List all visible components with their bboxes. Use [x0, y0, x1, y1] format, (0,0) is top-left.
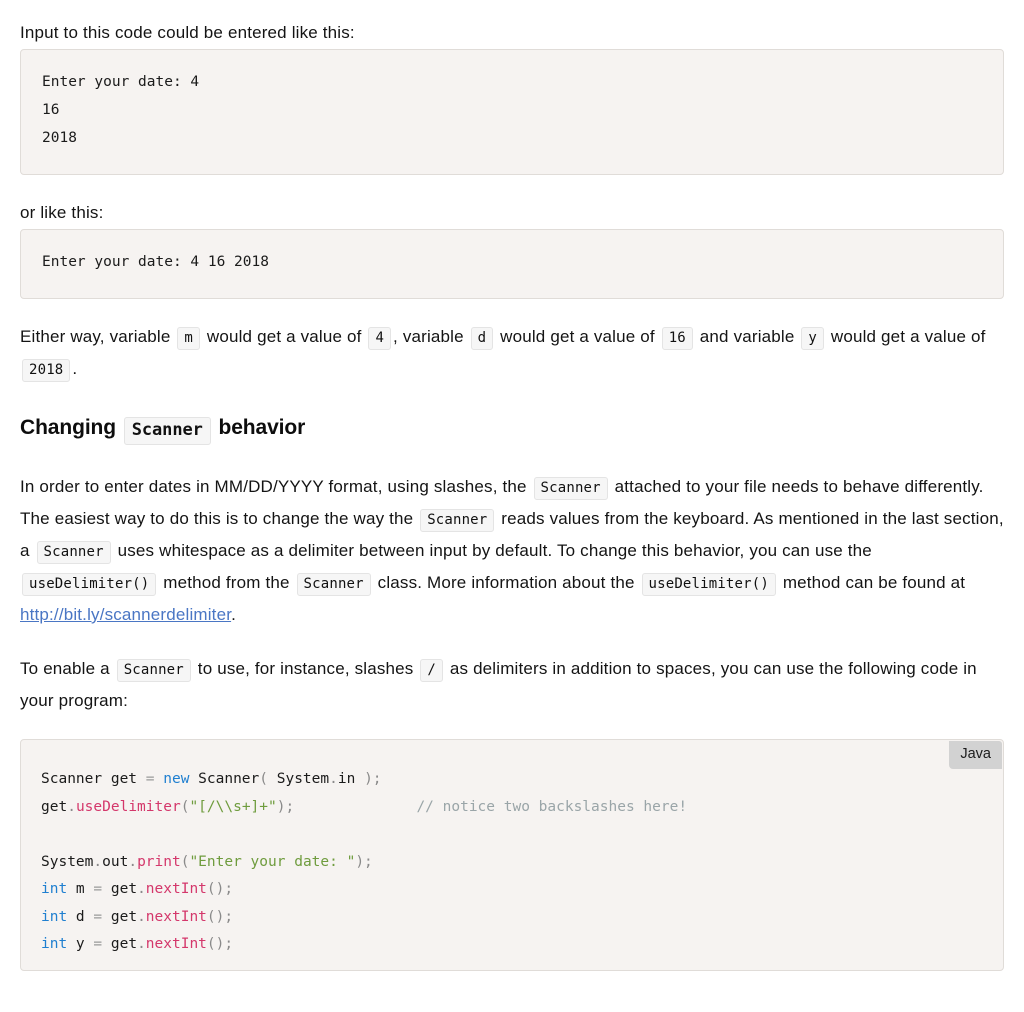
either-way-text-3: , variable	[393, 327, 464, 346]
token-paren-close: );	[355, 853, 373, 870]
inline-code-scanner-4: Scanner	[296, 573, 371, 596]
token-dot: .	[93, 853, 103, 870]
token-equals: =	[145, 771, 155, 787]
either-way-paragraph: Either way, variable m would get a value…	[20, 321, 1004, 385]
token-keyword-int: int	[41, 881, 68, 897]
inline-code-y: y	[801, 327, 824, 350]
token-in: in	[337, 771, 365, 787]
token-obj-get: get	[102, 881, 138, 897]
token-type: Scanner	[41, 771, 103, 787]
either-way-text-1: Either way, variable	[20, 327, 171, 346]
enable-scanner-paragraph: To enable a Scanner to use, for instance…	[20, 653, 1004, 717]
token-keyword-new: new	[154, 771, 199, 787]
token-method-print: print	[137, 853, 181, 870]
console-output-block-2: Enter your date: 4 16 2018	[20, 229, 1004, 299]
token-keyword-int: int	[41, 908, 68, 925]
token-keyword-int: int	[41, 936, 68, 952]
token-var-d: d	[67, 908, 94, 925]
heading-text-after: behavior	[218, 416, 306, 439]
token-paren-close: ();	[206, 881, 234, 897]
document-page: Input to this code could be entered like…	[0, 0, 1024, 971]
token-system: System	[276, 771, 330, 787]
token-obj-get: get	[102, 908, 138, 925]
token-dot: .	[128, 853, 138, 870]
intro-paragraph-1: Input to this code could be entered like…	[20, 23, 355, 42]
token-ctor: Scanner	[198, 771, 260, 787]
console-output-text-1: Enter your date: 4 16 2018	[42, 74, 200, 146]
inline-code-usedelimiter-2: useDelimiter()	[641, 573, 776, 596]
token-method-nextint: nextInt	[145, 881, 207, 897]
token-paren-close: ();	[206, 908, 234, 925]
token-equals: =	[93, 908, 103, 925]
token-var-y: y	[67, 936, 94, 952]
token-method-usedelimiter: useDelimiter	[75, 798, 181, 815]
token-paren-open: (	[259, 771, 277, 787]
enable-text-2: to use, for instance, slashes	[197, 659, 414, 678]
token-method-nextint: nextInt	[145, 936, 207, 952]
inline-code-16: 16	[661, 327, 693, 350]
token-obj-get: get	[102, 936, 138, 952]
inline-code-scanner-2: Scanner	[420, 509, 495, 532]
token-string-prompt: "Enter your date: "	[189, 853, 356, 870]
inline-code-scanner-5: Scanner	[116, 659, 191, 682]
token-method-nextint: nextInt	[145, 908, 207, 925]
inline-code-2018: 2018	[22, 359, 71, 382]
either-way-text-7: .	[72, 359, 78, 378]
token-dot: .	[67, 798, 76, 815]
console-output-text-2: Enter your date: 4 16 2018	[42, 254, 269, 270]
token-paren-close: ();	[206, 936, 234, 952]
token-paren-close: );	[364, 771, 382, 787]
scanner-text-1: In order to enter dates in MM/DD/YYYY fo…	[20, 477, 527, 496]
heading-text-before: Changing	[20, 416, 117, 439]
token-var-m: m	[67, 881, 94, 897]
intro-paragraph-2: or like this:	[20, 203, 104, 222]
token-equals: =	[93, 936, 103, 952]
inline-code-scanner-1: Scanner	[533, 477, 608, 500]
token-out: out	[102, 853, 129, 870]
either-way-text-4: would get a value of	[500, 327, 655, 346]
token-dot: .	[137, 881, 146, 897]
inline-code-m: m	[177, 327, 200, 350]
scanner-text-4: uses whitespace as a delimiter between i…	[117, 541, 872, 560]
either-way-text-5: and variable	[699, 327, 795, 346]
console-output-block-1: Enter your date: 4 16 2018	[20, 49, 1004, 175]
token-dot: .	[137, 936, 146, 952]
java-code-text: Scanner get = new Scanner( System.in ); …	[41, 766, 983, 959]
token-var: get	[102, 771, 146, 787]
token-obj-get: get	[41, 798, 68, 815]
language-badge-java: Java	[949, 741, 1002, 769]
page-title: Changing Scanner behavior	[20, 411, 1004, 445]
scanner-text-8: .	[231, 605, 236, 624]
scanner-delimiter-link[interactable]: http://bit.ly/scannerdelimiter	[20, 605, 231, 624]
either-way-text-2: would get a value of	[206, 327, 362, 346]
inline-code-d: d	[470, 327, 494, 350]
java-code-block: Java Scanner get = new Scanner( System.i…	[20, 739, 1004, 971]
token-equals: =	[93, 881, 103, 897]
enable-text-1: To enable a	[20, 659, 110, 678]
token-system: System	[41, 853, 94, 870]
token-comment: // notice two backslashes here!	[416, 798, 688, 815]
token-dot: .	[137, 908, 146, 925]
scanner-text-7: method can be found at	[782, 573, 966, 592]
inline-code-slash: /	[420, 659, 443, 682]
token-string-delimiter: "[/\\s+]+"	[189, 798, 277, 815]
inline-code-scanner-3: Scanner	[36, 541, 111, 564]
inline-code-4: 4	[368, 327, 392, 350]
scanner-text-6: class. More information about the	[377, 573, 635, 592]
heading-inline-code-scanner: Scanner	[123, 417, 211, 445]
either-way-text-6: would get a value of	[830, 327, 986, 346]
scanner-text-5: method from the	[163, 573, 290, 592]
scanner-behavior-paragraph: In order to enter dates in MM/DD/YYYY fo…	[20, 471, 1004, 631]
token-dot: .	[329, 771, 338, 787]
inline-code-usedelimiter-1: useDelimiter()	[22, 573, 157, 596]
token-paren-close: );	[276, 798, 295, 815]
